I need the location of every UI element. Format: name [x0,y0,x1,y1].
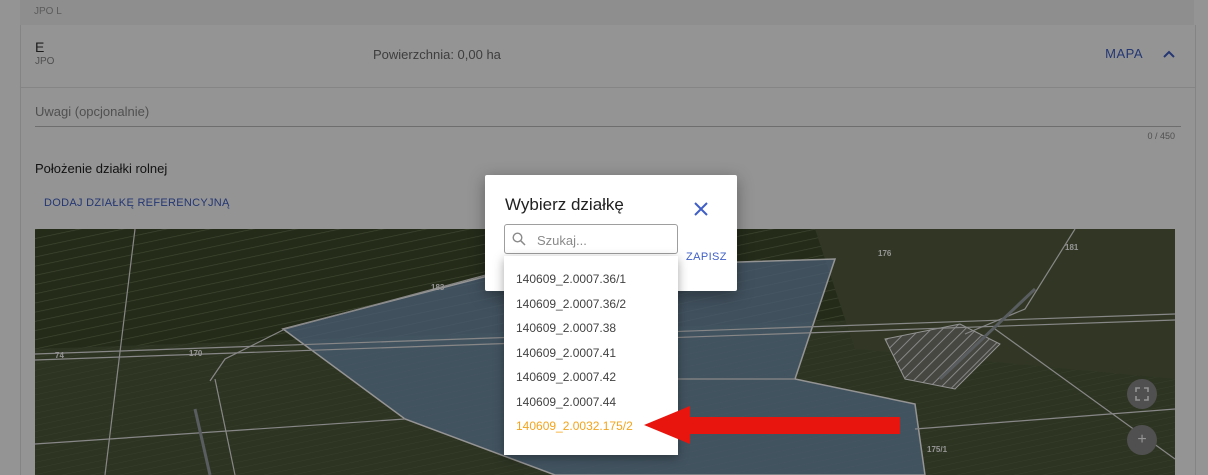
search-input[interactable] [535,229,675,251]
parcel-option[interactable]: 140609_2.0007.36/1 [504,267,678,292]
close-icon[interactable] [692,200,710,218]
search-icon [512,232,526,246]
parcel-option[interactable]: 140609_2.0007.38 [504,316,678,341]
dialog-title: Wybierz działkę [505,195,624,214]
parcel-option[interactable]: 140609_2.0007.41 [504,341,678,366]
parcel-option[interactable]: 140609_2.0007.42 [504,365,678,390]
parcel-search-field[interactable] [504,224,678,254]
annotation-arrow-icon [644,406,900,444]
parcel-option[interactable]: 140609_2.0007.36/2 [504,292,678,317]
save-button[interactable]: ZAPISZ [686,251,727,263]
